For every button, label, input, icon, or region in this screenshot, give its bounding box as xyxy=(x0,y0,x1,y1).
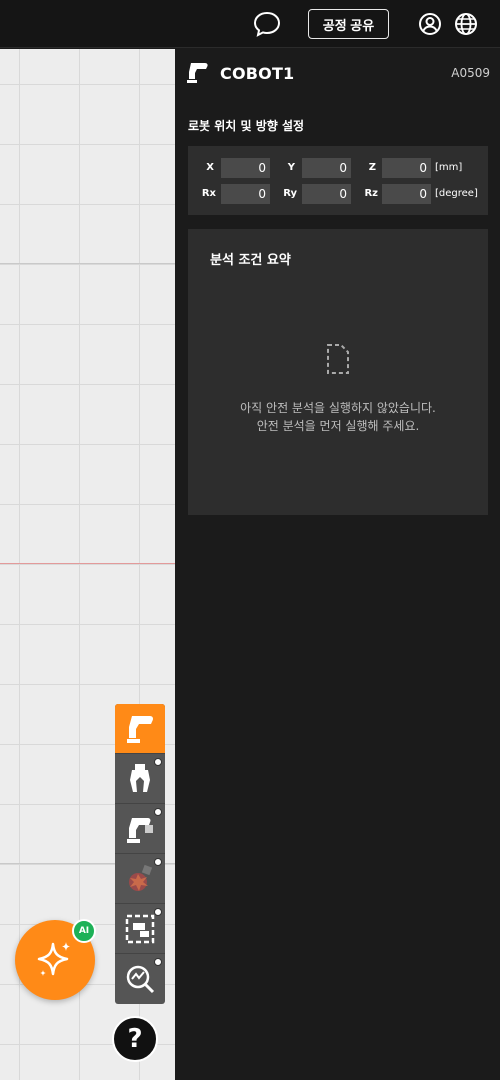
properties-panel: COBOT1 A0509 로봇 위치 및 방향 설정 X 0 Y 0 Z 0 [… xyxy=(175,49,500,1080)
robot-header: COBOT1 A0509 xyxy=(185,61,490,87)
globe-icon[interactable] xyxy=(454,12,478,36)
analysis-button[interactable] xyxy=(115,954,165,1004)
y-input[interactable]: 0 xyxy=(302,158,351,178)
robot-name: COBOT1 xyxy=(220,64,295,83)
robot-arm-icon xyxy=(127,715,154,743)
tool-dock xyxy=(115,704,165,1004)
gripper-tool-button[interactable] xyxy=(115,754,165,804)
robot-arm-icon xyxy=(185,61,211,85)
status-dot xyxy=(154,758,162,766)
summary-title: 분석 조건 요약 xyxy=(210,253,291,268)
x-input[interactable]: 0 xyxy=(221,158,270,178)
rx-label: Rx xyxy=(201,188,216,199)
rx-input[interactable]: 0 xyxy=(221,184,270,204)
empty-document-icon xyxy=(324,343,352,375)
orientation-unit: [degree] xyxy=(435,188,478,199)
analysis-icon xyxy=(126,965,155,994)
status-dot xyxy=(154,858,162,866)
ry-label: Ry xyxy=(283,188,297,199)
status-dot xyxy=(154,808,162,816)
collision-button[interactable] xyxy=(115,854,165,904)
robot-config-button[interactable] xyxy=(115,804,165,854)
sparkle-icon xyxy=(37,942,70,976)
ai-badge: AI xyxy=(72,919,96,943)
status-dot xyxy=(154,908,162,916)
rz-label: Rz xyxy=(364,188,378,199)
robot-tool-icon xyxy=(127,817,153,843)
top-bar: 공정 공유 xyxy=(0,0,500,48)
rz-input[interactable]: 0 xyxy=(382,184,431,204)
analysis-summary-card: 분석 조건 요약 아직 안전 분석을 실행하지 않았습니다. 안전 분석을 먼저… xyxy=(188,229,488,515)
y-label: Y xyxy=(287,162,295,173)
share-process-button[interactable]: 공정 공유 xyxy=(308,9,389,39)
orientation-row: Rx 0 Ry 0 Rz 0 [degree] xyxy=(188,184,488,204)
z-label: Z xyxy=(368,162,376,173)
help-button[interactable]: ? xyxy=(112,1016,158,1062)
grid-major-line xyxy=(0,263,175,264)
status-dot xyxy=(154,958,162,966)
summary-empty-message: 아직 안전 분석을 실행하지 않았습니다. 안전 분석을 먼저 실행해 주세요. xyxy=(188,399,488,435)
position-settings: X 0 Y 0 Z 0 [mm] Rx 0 Ry 0 Rz 0 [degree] xyxy=(188,146,488,215)
summary-message-line2: 안전 분석을 먼저 실행해 주세요. xyxy=(256,419,420,433)
gripper-icon xyxy=(130,763,150,792)
ry-input[interactable]: 0 xyxy=(302,184,351,204)
x-label: X xyxy=(206,162,214,173)
position-section-title: 로봇 위치 및 방향 설정 xyxy=(188,119,305,133)
x-axis-line xyxy=(0,563,175,564)
collision-icon xyxy=(129,864,153,891)
user-icon[interactable] xyxy=(418,12,442,36)
zone-button[interactable] xyxy=(115,904,165,954)
chat-icon[interactable] xyxy=(252,10,282,38)
z-input[interactable]: 0 xyxy=(382,158,431,178)
position-unit: [mm] xyxy=(435,162,463,173)
summary-message-line1: 아직 안전 분석을 실행하지 않았습니다. xyxy=(240,401,436,415)
position-row: X 0 Y 0 Z 0 [mm] xyxy=(188,158,488,178)
robot-model-code: A0509 xyxy=(451,66,490,80)
zone-icon xyxy=(125,914,155,943)
robot-tool-button[interactable] xyxy=(115,704,165,754)
